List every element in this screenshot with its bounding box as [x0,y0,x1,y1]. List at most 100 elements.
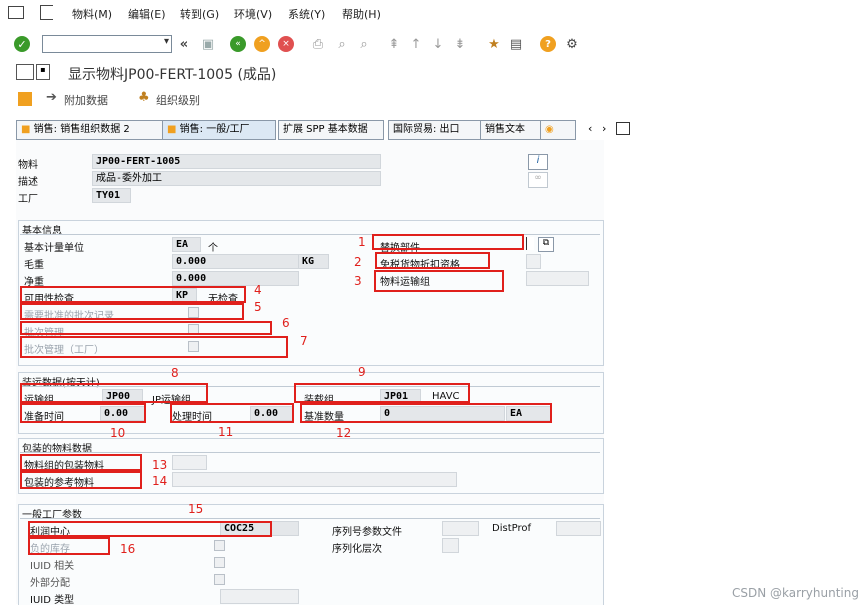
org-levels-icon[interactable]: ♣ [138,90,150,105]
base-uom-field: EA [172,237,201,252]
iuid-type-field [220,589,299,604]
double-chevron-left-icon[interactable]: « [176,36,192,52]
save-icon[interactable]: ▣ [200,36,216,52]
annotation-box-11 [170,403,294,423]
annotation-box-2 [375,252,490,269]
annotation-number: 14 [152,474,168,488]
base-uom-text: 个 [208,243,218,254]
menu-edit[interactable]: 编辑(E) [128,6,166,22]
description-label: 描述 [18,177,38,188]
next-page-icon[interactable]: ↓ [430,36,446,52]
tab-sales-general-plant[interactable]: ■ 销售: 一般/工厂 [162,120,276,140]
info-icon[interactable]: i [528,154,548,170]
first-page-icon[interactable]: ⇞ [386,36,402,52]
gross-weight-label: 毛重 [24,260,44,271]
iuid-relevant-label: IUID 相关 [30,561,75,572]
external-allocation-checkbox[interactable] [214,574,225,585]
divider [20,452,600,453]
annotation-number: 13 [152,458,168,472]
org-levels-button[interactable]: 组织级别 [156,92,200,108]
standard-toolbar: ✓ ▾ « ▣ « ^ × ⎙ ⌕ ⌕ ⇞ ↑ ↓ ⇟ ★ ▤ ? ⚙ [0,30,865,60]
tab-strip: ■ 销售: 销售组织数据 2 ■ 销售: 一般/工厂 扩展 SPP 基本数据 国… [16,120,630,140]
menu-environment[interactable]: 环境(V) [234,6,272,22]
tab-scroll-left-icon[interactable]: ‹ [588,122,592,135]
additional-data-button[interactable]: 附加数据 [64,92,108,108]
command-field[interactable]: ▾ [42,35,172,53]
menu-system[interactable]: 系统(Y) [288,6,325,22]
last-page-icon[interactable]: ⇟ [452,36,468,52]
material-label: 物料 [18,160,38,171]
tab-label: 销售: 销售组织数据 2 [33,124,130,135]
menu-bar: 物料(M) 编辑(E) 转到(G) 环境(V) 系统(Y) 帮助(H) [0,0,865,28]
window-menu-icon[interactable] [8,6,24,19]
serialization-level-label: 序列化层次 [332,544,382,555]
distprof-field [556,521,601,536]
tab-label: 国际贸易: 出口 [393,124,460,135]
annotation-number: 4 [254,283,262,297]
copy-icon[interactable]: ⧉ [538,237,554,252]
watermark: CSDN @karryhunting [732,586,859,600]
arrow-right-icon[interactable]: ➔ [46,90,57,105]
annotation-number: 8 [171,366,179,380]
exit-icon[interactable]: ^ [254,36,270,52]
base-uom-label: 基本计量单位 [24,243,84,254]
annotation-number: 6 [282,316,290,330]
shortcut-icon[interactable]: ▤ [508,36,524,52]
material-field: JP00-FERT-1005 [92,154,381,169]
menu-help[interactable]: 帮助(H) [342,6,381,22]
back-icon[interactable]: « [230,36,246,52]
tab-foreign-trade-export[interactable]: 国际贸易: 出口 [388,120,482,140]
annotation-box-12 [300,403,552,423]
cancel-icon[interactable]: × [278,36,294,52]
screen-dropdown-icon[interactable]: ▪ [36,64,50,80]
tab-more[interactable]: ◉ [540,120,576,140]
annotation-number: 3 [354,274,362,288]
chevron-down-icon[interactable]: ▾ [164,36,169,47]
annotation-number: 10 [110,426,126,440]
prev-page-icon[interactable]: ↑ [408,36,424,52]
tab-sales-text[interactable]: 销售文本 [480,120,542,140]
description-field: 成品-委外加工 [92,171,381,186]
matgroup-packaging-field [172,455,207,470]
duty-free-field [526,254,541,269]
screen-icon[interactable] [16,64,34,80]
material-freight-group-field [526,271,589,286]
ref-packaging-field [172,472,457,487]
glasses-icon[interactable]: ∞ [528,172,548,188]
annotation-box-3 [374,270,504,292]
enter-icon[interactable]: ✓ [14,36,30,52]
annotation-number: 5 [254,300,262,314]
plant-label: 工厂 [18,194,38,205]
find-icon[interactable]: ⌕ [334,36,350,52]
menu-goto[interactable]: 转到(G) [180,6,219,22]
tab-sales-org-2[interactable]: ■ 销售: 销售组织数据 2 [16,120,164,140]
application-toolbar: ➔ 附加数据 ♣ 组织级别 [0,88,865,112]
help-icon[interactable]: ? [540,36,556,52]
annotation-number: 2 [354,255,362,269]
annotation-box-8 [20,383,208,403]
replacement-part-field[interactable] [526,237,534,250]
serial-profile-field [442,521,479,536]
annotation-number: 11 [218,425,234,439]
create-session-icon[interactable]: ★ [486,36,502,52]
annotation-number: 9 [358,365,366,379]
page-title: 显示物料JP00-FERT-1005 (成品) [68,67,277,83]
annotation-number: 12 [336,426,352,440]
tab-list-icon[interactable] [616,122,630,135]
tab-scroll-right-icon[interactable]: › [602,122,606,135]
weight-unit-field: KG [298,254,329,269]
annotation-box-13 [20,454,142,471]
annotation-number: 15 [188,502,204,516]
custom-menu-icon[interactable] [40,5,53,20]
negative-stock-checkbox[interactable] [214,540,225,551]
gross-weight-field: 0.000 [172,254,299,269]
menu-material[interactable]: 物料(M) [72,6,112,22]
find-next-icon[interactable]: ⌕ [356,36,372,52]
views-icon[interactable] [18,92,32,106]
iuid-relevant-checkbox[interactable] [214,557,225,568]
distprof-label: DistProf [492,523,531,534]
tab-extend-spp[interactable]: 扩展 SPP 基本数据 [278,120,384,140]
settings-icon[interactable]: ⚙ [564,36,580,52]
print-icon[interactable]: ⎙ [310,36,326,52]
serialization-level-field [442,538,459,553]
